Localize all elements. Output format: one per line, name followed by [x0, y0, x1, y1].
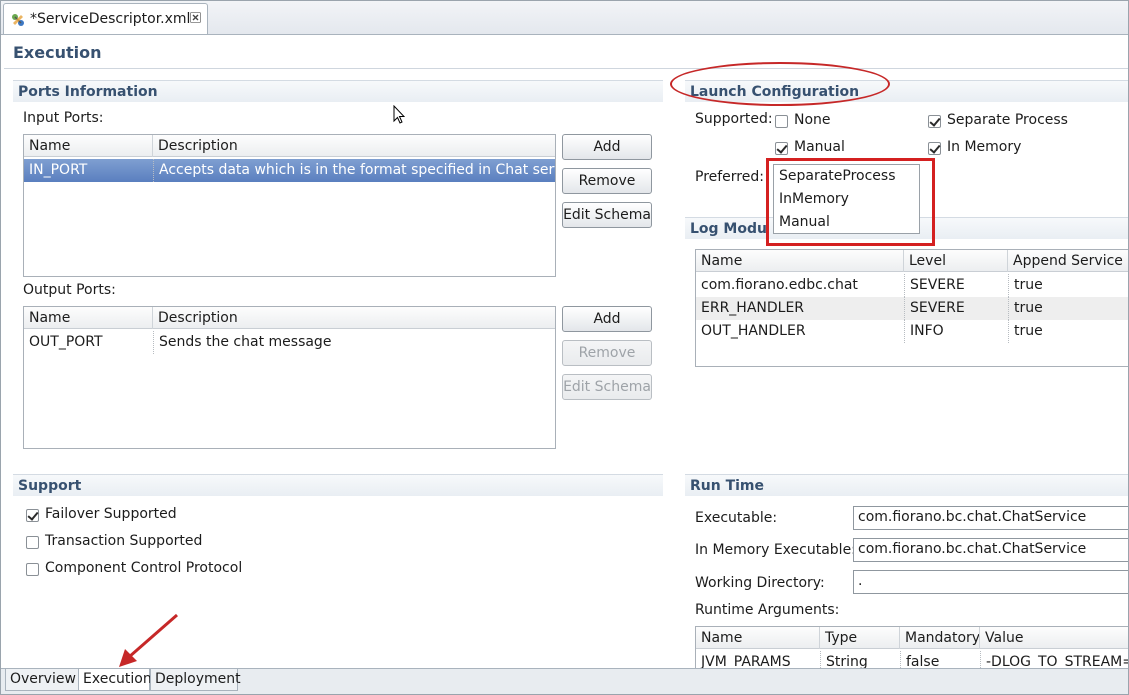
highlight-oval — [670, 62, 890, 106]
log-level-cell: INFO — [904, 320, 1008, 343]
output-add-button[interactable]: Add — [562, 306, 652, 332]
supported-in-memory-checkbox[interactable] — [928, 142, 941, 155]
editor-window: *ServiceDescriptor.xml Execution Ports I… — [0, 0, 1129, 695]
log-append-cell: true — [1008, 297, 1128, 320]
working-directory-field[interactable]: . — [853, 570, 1128, 594]
supported-none-label: None — [794, 112, 831, 128]
log-name-cell: OUT_HANDLER — [701, 323, 806, 339]
executable-field[interactable]: com.fiorano.bc.chat.ChatService — [853, 506, 1128, 530]
log-append-cell: true — [1008, 320, 1128, 343]
column-header-name[interactable]: Name — [696, 250, 904, 272]
log-modules-header: Name Level Append Service In — [696, 250, 1128, 272]
log-modules-section-title: Log Modu — [690, 221, 767, 237]
input-edit-schema-button[interactable]: Edit Schema — [562, 202, 652, 228]
supported-manual-label: Manual — [794, 139, 845, 155]
port-name-cell: OUT_PORT — [29, 334, 103, 350]
page-title: Execution — [13, 43, 102, 62]
table-row[interactable]: com.fiorano.edbc.chat SEVERE true — [696, 274, 1128, 297]
in-memory-executable-field[interactable]: com.fiorano.bc.chat.ChatService — [853, 538, 1128, 562]
transaction-supported-checkbox[interactable] — [26, 536, 39, 549]
editor-tab-strip: *ServiceDescriptor.xml — [1, 1, 1128, 35]
ports-section-title: Ports Information — [18, 84, 158, 100]
column-header-level[interactable]: Level — [904, 250, 1008, 272]
editor-tab-title: *ServiceDescriptor.xml — [30, 11, 191, 27]
input-ports-table: Name Description IN_PORT Accepts data wh… — [23, 134, 556, 277]
output-remove-button[interactable]: Remove — [562, 340, 652, 366]
table-row[interactable]: OUT_HANDLER INFO true — [696, 320, 1128, 343]
input-ports-label: Input Ports: — [23, 110, 104, 126]
annotation-arrow-icon — [119, 613, 178, 667]
output-ports-table: Name Description OUT_PORT Sends the chat… — [23, 306, 556, 449]
supported-manual-checkbox[interactable] — [775, 142, 788, 155]
column-header-value[interactable]: Value — [980, 627, 1128, 649]
column-header-append[interactable]: Append Service In — [1008, 250, 1128, 272]
supported-separate-process-label: Separate Process — [947, 112, 1068, 128]
tab-overview[interactable]: Overview — [5, 669, 79, 691]
supported-separate-process-checkbox[interactable] — [928, 115, 941, 128]
log-append-cell: true — [1008, 274, 1128, 297]
preferred-label: Preferred: — [695, 169, 764, 185]
output-edit-schema-button[interactable]: Edit Schema — [562, 374, 652, 400]
port-description-cell: Sends the chat message — [153, 331, 555, 354]
runtime-arguments-label: Runtime Arguments: — [695, 602, 840, 618]
executable-label: Executable: — [695, 510, 778, 526]
component-control-protocol-checkbox[interactable] — [26, 563, 39, 576]
log-level-cell: SEVERE — [904, 274, 1008, 297]
runtime-arguments-table: Name Type Mandatory Value JVM_PARAMS Str… — [695, 626, 1128, 671]
column-header-name[interactable]: Name — [24, 135, 153, 157]
supported-label: Supported: — [695, 111, 773, 127]
table-row[interactable]: ERR_HANDLER SEVERE true — [696, 297, 1128, 320]
input-remove-button[interactable]: Remove — [562, 168, 652, 194]
input-ports-header: Name Description — [24, 135, 555, 157]
table-row[interactable]: OUT_PORT Sends the chat message — [24, 331, 555, 354]
column-header-description[interactable]: Description — [153, 135, 555, 157]
in-memory-executable-label: In Memory Executable: — [695, 542, 856, 558]
table-row[interactable]: IN_PORT Accepts data which is in the for… — [24, 159, 555, 182]
runtime-section-header: Run Time — [685, 474, 1128, 496]
log-level-cell: SEVERE — [904, 297, 1008, 320]
output-ports-label: Output Ports: — [23, 282, 116, 298]
column-header-name[interactable]: Name — [696, 627, 820, 649]
log-name-cell: ERR_HANDLER — [701, 300, 805, 316]
mouse-cursor-icon — [393, 105, 405, 124]
support-section-header: Support — [13, 474, 663, 496]
column-header-type[interactable]: Type — [820, 627, 900, 649]
supported-in-memory-label: In Memory — [947, 139, 1022, 155]
log-modules-table: Name Level Append Service In com.fiorano… — [695, 249, 1128, 367]
close-icon[interactable] — [190, 12, 201, 23]
failover-supported-checkbox[interactable] — [26, 509, 39, 522]
runtime-section-title: Run Time — [690, 478, 765, 494]
support-section-title: Support — [18, 478, 82, 494]
log-name-cell: com.fiorano.edbc.chat — [701, 277, 858, 293]
port-description-cell: Accepts data which is in the format spec… — [153, 159, 555, 182]
column-header-name[interactable]: Name — [24, 307, 153, 329]
title-divider — [4, 68, 1128, 69]
supported-none-checkbox[interactable] — [775, 115, 788, 128]
column-header-mandatory[interactable]: Mandatory — [900, 627, 980, 649]
column-header-description[interactable]: Description — [153, 307, 555, 329]
transaction-supported-label: Transaction Supported — [45, 533, 203, 549]
editor-tab-service-descriptor[interactable]: *ServiceDescriptor.xml — [3, 3, 208, 34]
failover-supported-label: Failover Supported — [45, 506, 177, 522]
highlight-box — [766, 158, 935, 246]
component-control-protocol-label: Component Control Protocol — [45, 560, 243, 576]
port-name-cell: IN_PORT — [29, 162, 88, 178]
runtime-arguments-header: Name Type Mandatory Value — [696, 627, 1128, 649]
working-directory-label: Working Directory: — [695, 575, 825, 591]
output-ports-header: Name Description — [24, 307, 555, 329]
input-add-button[interactable]: Add — [562, 134, 652, 160]
xml-file-icon — [12, 14, 24, 26]
ports-section-header: Ports Information — [13, 80, 663, 102]
